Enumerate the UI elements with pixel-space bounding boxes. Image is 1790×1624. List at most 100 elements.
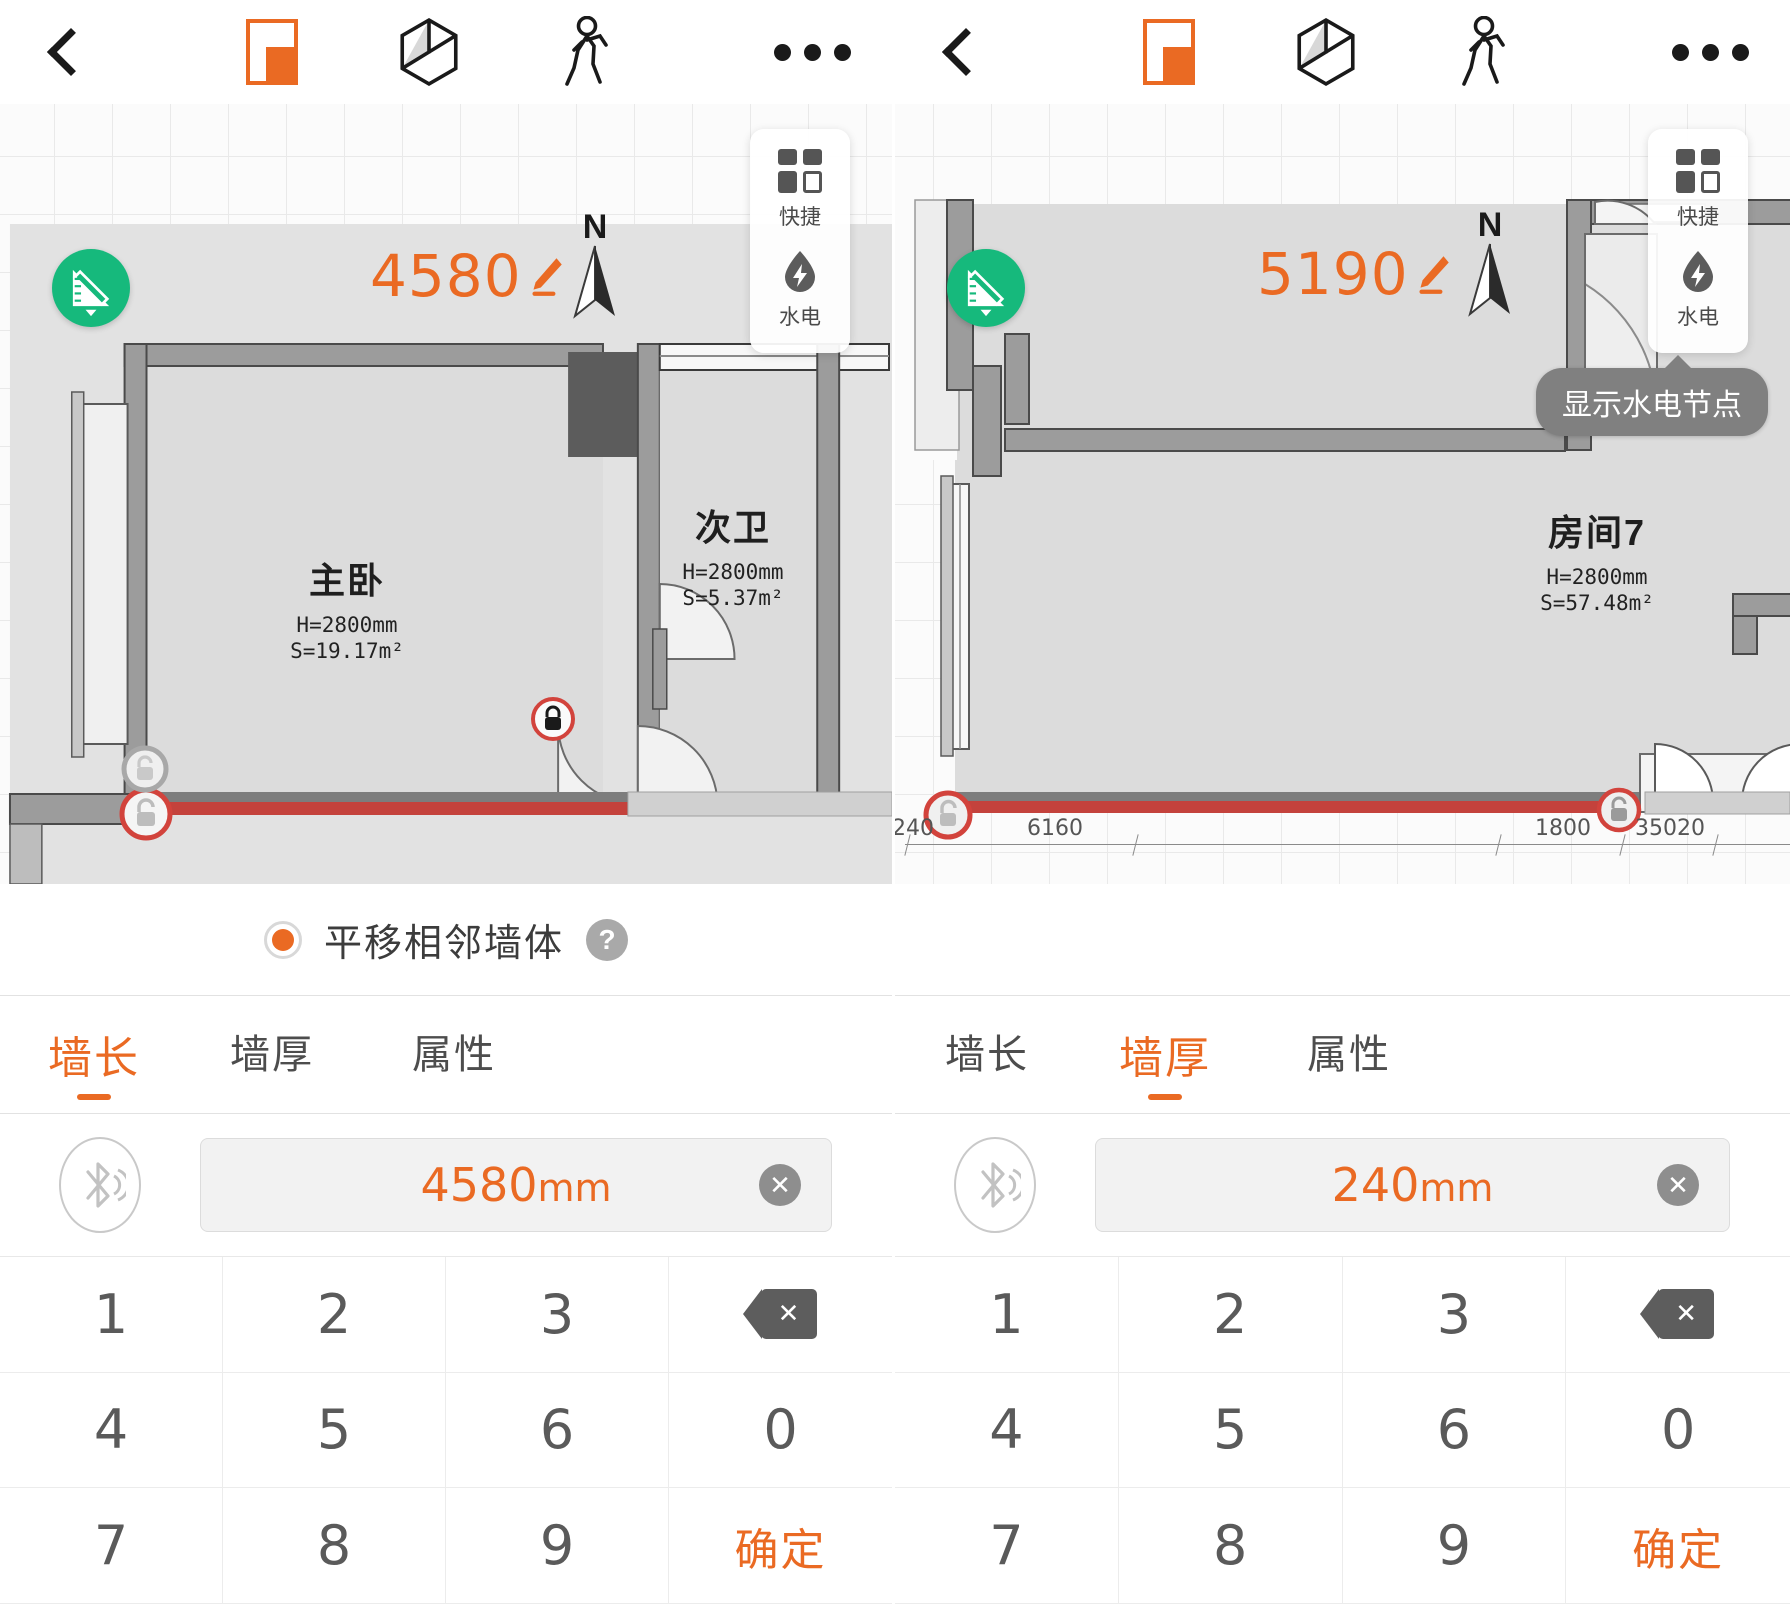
more-options-icon [1701, 43, 1719, 61]
key-4[interactable]: 4 [0, 1372, 223, 1489]
bluetooth-measure-button[interactable] [954, 1137, 1036, 1233]
help-button[interactable]: ? [586, 918, 628, 961]
tab-wall-thickness[interactable]: 墙厚 [1119, 1022, 1211, 1106]
view-mode-group-right [1025, 16, 1630, 88]
key-2[interactable]: 2 [1118, 1257, 1343, 1373]
plumbing-electrical-label: 水电 [779, 306, 821, 329]
backspace-icon: ✕ [1640, 1289, 1715, 1340]
measure-tool-button-left[interactable] [52, 249, 130, 327]
key-0[interactable]: 0 [1566, 1373, 1790, 1489]
walking-person-icon[interactable] [1457, 16, 1513, 88]
key-9[interactable]: 9 [1342, 1488, 1567, 1604]
key-9[interactable]: 9 [446, 1488, 669, 1604]
plan-2d-icon[interactable] [246, 19, 298, 85]
key-8[interactable]: 8 [1118, 1488, 1343, 1604]
numeric-keypad-left: 1 2 3 ✕ 4 5 6 0 7 8 9 确定 [0, 1256, 892, 1604]
key-3[interactable]: 3 [1342, 1257, 1567, 1373]
plan-2d-icon[interactable] [1142, 19, 1195, 85]
wall-length-input[interactable]: 4580mm ✕ [200, 1138, 832, 1232]
compass-right: N [1455, 208, 1525, 320]
key-5[interactable]: 5 [223, 1372, 446, 1489]
back-button-right[interactable] [895, 27, 1025, 77]
clear-x-icon[interactable]: ✕ [1657, 1164, 1699, 1206]
water-drop-bolt-icon [785, 251, 815, 292]
key-7[interactable]: 7 [895, 1488, 1119, 1604]
back-button-left[interactable] [0, 27, 130, 77]
ruler-tick [1132, 834, 1139, 856]
tab-wall-length[interactable]: 墙长 [945, 1022, 1029, 1100]
wall-thickness-value: 240mm [1332, 1158, 1494, 1212]
key-confirm[interactable]: 确定 [1566, 1488, 1790, 1604]
bluetooth-measure-button[interactable] [59, 1137, 141, 1233]
room-label-secondary-bathroom[interactable]: 次卫 H=2800mm S=5.37m² [638, 499, 828, 611]
measure-tool-button-right[interactable] [947, 249, 1025, 327]
clear-x-icon[interactable]: ✕ [759, 1164, 801, 1206]
value-input-row-left: 4580mm ✕ [0, 1114, 892, 1256]
floorplan-canvas-left[interactable]: 4580 N 快捷 水电 主卧 H=2800mm S=19.17m² 次卫 H=… [0, 104, 892, 884]
wall-dimension-label-left[interactable]: 4580 [370, 242, 566, 310]
ruler-triangle-icon [72, 269, 110, 317]
key-4[interactable]: 4 [895, 1372, 1119, 1489]
tab-properties[interactable]: 属性 [412, 1022, 496, 1100]
wall-handle-locked-right[interactable] [530, 696, 576, 742]
key-confirm[interactable]: 确定 [669, 1488, 892, 1604]
plumbing-nodes-tooltip: 显示水电节点 [1536, 355, 1768, 436]
translate-adjacent-walls-radio[interactable] [263, 920, 302, 959]
more-options-icon [773, 43, 791, 61]
key-5[interactable]: 5 [1118, 1372, 1343, 1489]
more-options-button-left[interactable] [732, 43, 892, 61]
bluetooth-button-container-right [895, 1137, 1095, 1233]
key-backspace[interactable]: ✕ [1566, 1257, 1790, 1373]
value-input-row-right: 240mm ✕ [895, 1114, 1790, 1256]
room-label-master-bedroom[interactable]: 主卧 H=2800mm S=19.17m² [252, 552, 442, 664]
room-label-room7[interactable]: 房间7 H=2800mm S=57.48m² [1497, 504, 1697, 616]
floorplan-canvas-right[interactable]: 5190 N 快捷 水电 显示水电节点 房间7 H=2800mm S=57.48… [895, 104, 1790, 884]
key-3[interactable]: 3 [446, 1257, 669, 1373]
key-0[interactable]: 0 [669, 1373, 892, 1489]
ruler-value: 6160 [1027, 816, 1083, 841]
compass-needle-icon [1468, 243, 1510, 317]
room-area: S=19.17m² [290, 639, 404, 663]
ruler-tick [1495, 834, 1502, 856]
quick-access-button-left[interactable]: 快捷 [750, 143, 850, 241]
room-name: 主卧 [308, 560, 385, 601]
quick-access-button-right[interactable]: 快捷 [1648, 143, 1748, 241]
key-6[interactable]: 6 [446, 1372, 669, 1489]
room-name: 房间7 [1547, 512, 1647, 553]
wall-length-number: 4580 [420, 1158, 538, 1212]
pencil-icon[interactable] [1411, 251, 1453, 297]
more-options-icon [833, 43, 851, 61]
wall-dimension-label-right[interactable]: 5190 [1257, 240, 1453, 308]
wall-dimension-value: 5190 [1257, 240, 1409, 308]
cube-3d-icon[interactable] [1295, 17, 1357, 87]
key-1[interactable]: 1 [0, 1257, 223, 1373]
wall-thickness-number: 240 [1331, 1158, 1420, 1212]
room-area: S=57.48m² [1540, 591, 1654, 615]
tab-wall-thickness[interactable]: 墙厚 [230, 1022, 314, 1100]
wall-length-unit: mm [537, 1166, 612, 1210]
ruler-value: 20 [1677, 816, 1705, 841]
key-backspace[interactable]: ✕ [669, 1257, 892, 1373]
backspace-icon: ✕ [742, 1289, 817, 1340]
key-1[interactable]: 1 [895, 1257, 1119, 1373]
key-2[interactable]: 2 [223, 1257, 446, 1373]
plumbing-electrical-button-left[interactable]: 水电 [750, 241, 850, 341]
tab-wall-length[interactable]: 墙长 [48, 1022, 140, 1106]
tab-properties[interactable]: 属性 [1307, 1022, 1391, 1100]
key-7[interactable]: 7 [0, 1488, 223, 1604]
grid-squares-icon [1676, 149, 1720, 193]
ruler-tick [1619, 834, 1626, 856]
wall-handle-unlocked-left[interactable] [118, 786, 174, 842]
key-6[interactable]: 6 [1342, 1372, 1567, 1489]
key-8[interactable]: 8 [223, 1488, 446, 1604]
ruler-tick [1712, 834, 1719, 856]
walking-person-icon[interactable] [560, 16, 616, 88]
quick-access-label: 快捷 [779, 206, 821, 229]
cube-3d-icon[interactable] [398, 17, 460, 87]
wall-thickness-input[interactable]: 240mm ✕ [1095, 1138, 1730, 1232]
ruler-value: 240 [895, 816, 934, 841]
plumbing-electrical-button-right[interactable]: 水电 [1648, 241, 1748, 341]
wall-handle-secondary[interactable] [120, 744, 170, 794]
more-options-button-right[interactable] [1630, 43, 1790, 61]
top-toolbar-right [895, 0, 1790, 104]
